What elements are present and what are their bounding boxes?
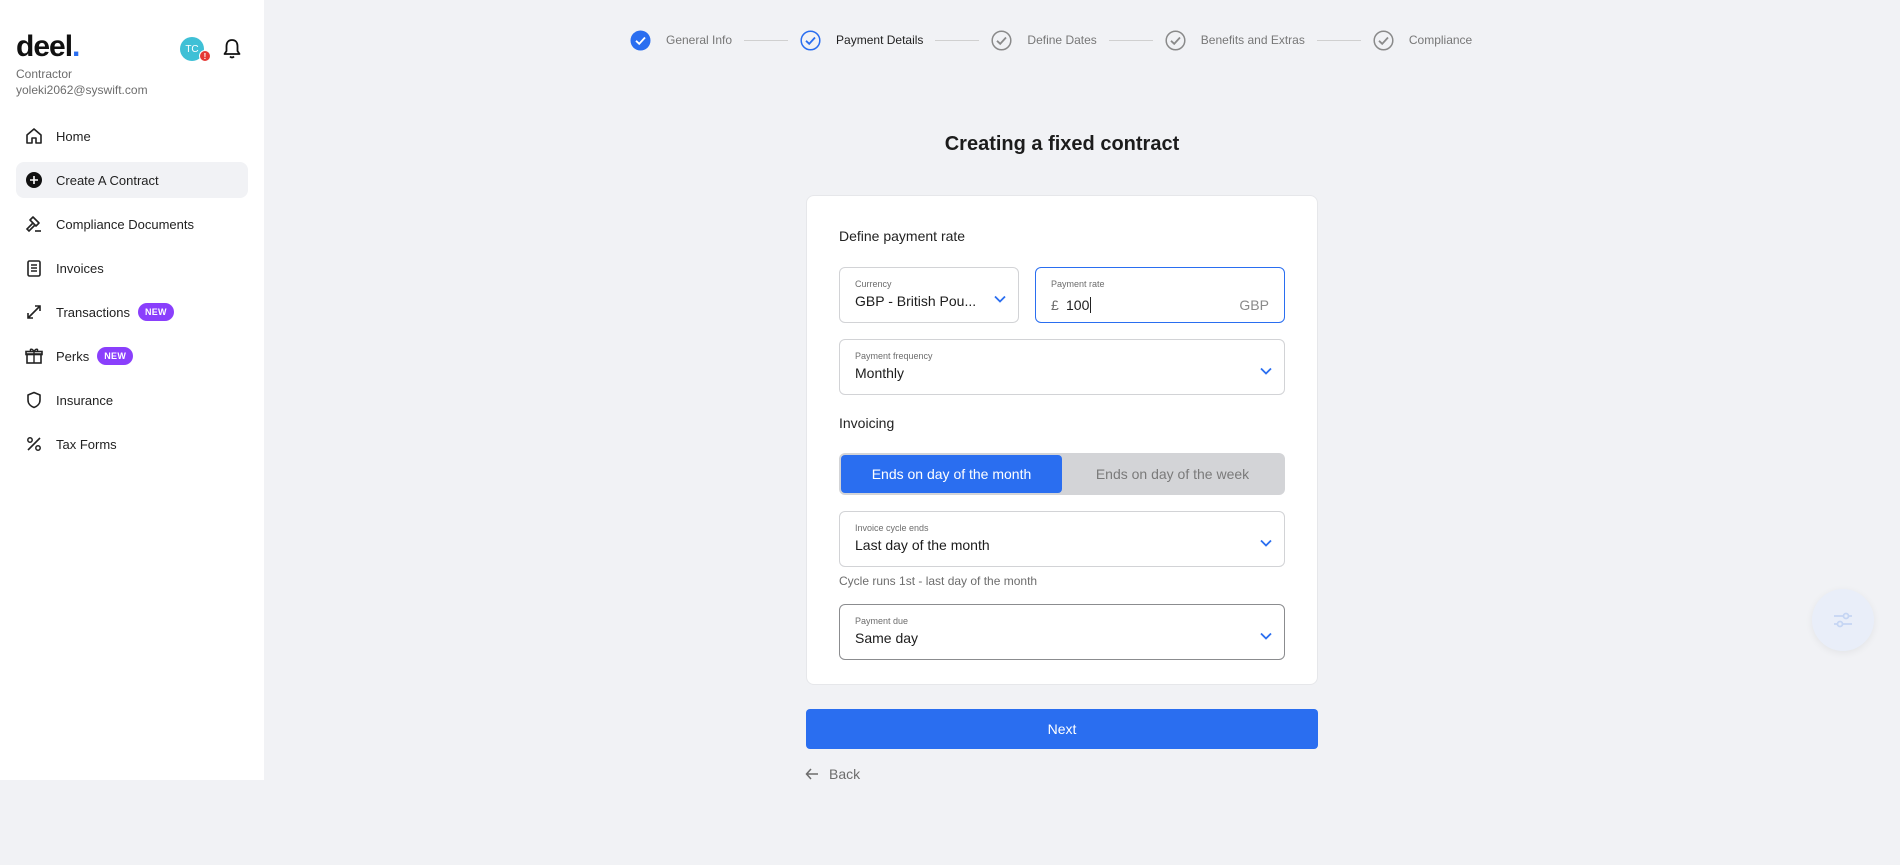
chevron-down-icon bbox=[1260, 627, 1272, 640]
sidebar: deel. TC ! Contractor yoleki2062@syswift… bbox=[0, 0, 264, 780]
step-general-info[interactable]: General Info bbox=[630, 30, 732, 51]
gift-icon bbox=[24, 346, 44, 366]
bell-icon[interactable] bbox=[222, 38, 242, 60]
sidebar-item-create-contract[interactable]: Create A Contract bbox=[16, 162, 248, 198]
plus-circle-icon bbox=[24, 170, 44, 190]
progress-stepper: General Info Payment Details Define Date… bbox=[630, 28, 1472, 52]
step-connector bbox=[1108, 39, 1153, 41]
user-email: yoleki2062@syswift.com bbox=[16, 83, 148, 97]
step-connector bbox=[935, 39, 980, 41]
chevron-down-icon bbox=[1260, 534, 1272, 547]
arrows-diagonal-icon bbox=[24, 302, 44, 322]
step-compliance[interactable]: Compliance bbox=[1373, 29, 1472, 51]
sidebar-item-label: Invoices bbox=[56, 260, 104, 276]
payment-rate-input[interactable]: Payment rate £ 100 GBP bbox=[1035, 267, 1285, 323]
user-role: Contractor bbox=[16, 67, 73, 81]
payment-details-card: Define payment rate Currency GBP - Briti… bbox=[806, 195, 1318, 685]
sidebar-item-label: Compliance Documents bbox=[56, 216, 195, 232]
toggle-ends-day-of-week[interactable]: Ends on day of the week bbox=[1062, 455, 1283, 493]
check-circle-gray-icon bbox=[1373, 29, 1394, 51]
toggle-ends-day-of-month[interactable]: Ends on day of the month bbox=[841, 455, 1062, 493]
new-badge: NEW bbox=[97, 347, 134, 365]
check-circle-filled-icon bbox=[630, 30, 651, 51]
invoice-icon bbox=[24, 258, 44, 278]
check-circle-gray-icon bbox=[1165, 29, 1186, 51]
check-circle-outline-icon bbox=[800, 29, 821, 51]
sliders-icon bbox=[1834, 612, 1852, 628]
cycle-hint: Cycle runs 1st - last day of the month bbox=[839, 574, 1038, 588]
percent-icon bbox=[24, 434, 44, 454]
home-icon bbox=[24, 126, 44, 146]
step-connector bbox=[1316, 39, 1361, 41]
step-define-dates[interactable]: Define Dates bbox=[991, 29, 1097, 51]
settings-sliders-button[interactable] bbox=[1812, 589, 1874, 651]
sidebar-item-perks[interactable]: Perks NEW bbox=[16, 338, 248, 374]
payment-rate-value: 100 bbox=[1066, 297, 1092, 313]
deel-logo[interactable]: deel. bbox=[16, 30, 80, 64]
currency-select[interactable]: Currency GBP - British Pou... bbox=[839, 267, 1019, 323]
check-circle-gray-icon bbox=[991, 29, 1012, 51]
shield-icon bbox=[24, 390, 44, 410]
chevron-down-icon bbox=[994, 290, 1006, 303]
sidebar-item-tax-forms[interactable]: Tax Forms bbox=[16, 426, 248, 462]
sidebar-item-label: Create A Contract bbox=[56, 172, 159, 188]
avatar-alert-badge: ! bbox=[199, 50, 211, 62]
invoice-cycle-select[interactable]: Invoice cycle ends Last day of the month bbox=[839, 511, 1285, 567]
next-button[interactable]: Next bbox=[806, 709, 1318, 749]
arrow-left-icon bbox=[805, 768, 818, 780]
define-payment-rate-heading: Define payment rate bbox=[839, 228, 966, 244]
back-link[interactable]: Back bbox=[805, 766, 860, 782]
step-connector bbox=[744, 39, 789, 41]
sidebar-item-label: Tax Forms bbox=[56, 436, 117, 452]
sidebar-item-invoices[interactable]: Invoices bbox=[16, 250, 248, 286]
sidebar-item-transactions[interactable]: Transactions NEW bbox=[16, 294, 248, 330]
sidebar-item-insurance[interactable]: Insurance bbox=[16, 382, 248, 418]
sidebar-item-home[interactable]: Home bbox=[16, 118, 248, 154]
invoicing-toggle: Ends on day of the month Ends on day of … bbox=[839, 453, 1285, 495]
step-benefits-extras[interactable]: Benefits and Extras bbox=[1165, 29, 1305, 51]
sidebar-item-label: Transactions bbox=[56, 304, 130, 320]
sidebar-item-label: Insurance bbox=[56, 392, 114, 408]
invoicing-heading: Invoicing bbox=[839, 415, 895, 431]
sidebar-item-label: Home bbox=[56, 128, 91, 144]
currency-suffix: GBP bbox=[1239, 297, 1269, 313]
gavel-icon bbox=[24, 214, 44, 234]
new-badge: NEW bbox=[137, 303, 174, 321]
step-payment-details[interactable]: Payment Details bbox=[800, 29, 923, 51]
payment-frequency-select[interactable]: Payment frequency Monthly bbox=[839, 339, 1285, 395]
currency-symbol: £ bbox=[1051, 297, 1059, 313]
payment-due-select[interactable]: Payment due Same day bbox=[839, 604, 1285, 660]
page-title: Creating a fixed contract bbox=[944, 133, 1180, 155]
chevron-down-icon bbox=[1260, 362, 1272, 375]
sidebar-item-compliance-documents[interactable]: Compliance Documents bbox=[16, 206, 248, 242]
sidebar-item-label: Perks bbox=[56, 348, 90, 364]
sidebar-nav: Home Create A Contract Compliance Docume… bbox=[16, 118, 248, 470]
